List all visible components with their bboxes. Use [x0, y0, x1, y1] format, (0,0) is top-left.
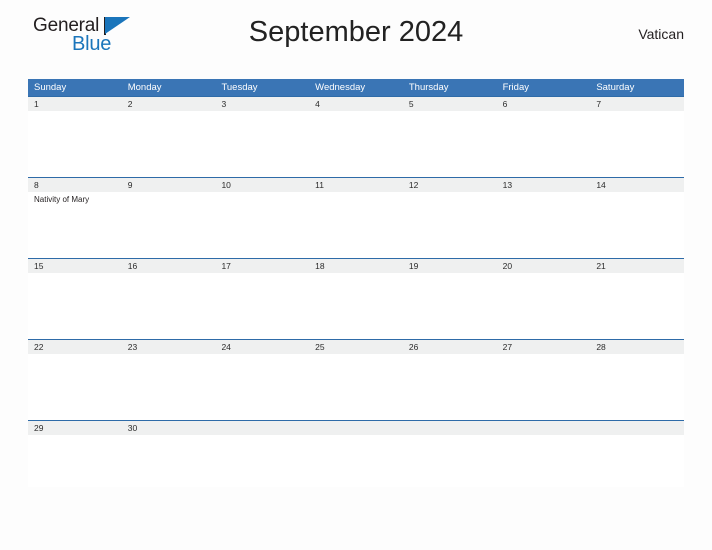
weekday-header-wednesday: Wednesday [315, 82, 366, 93]
day-cell[interactable] [497, 435, 591, 487]
day-cell[interactable] [497, 273, 591, 339]
day-cell[interactable] [28, 435, 122, 487]
date-number[interactable]: 7 [590, 97, 684, 111]
date-number[interactable]: 16 [122, 259, 216, 273]
day-cell[interactable] [590, 435, 684, 487]
day-cell[interactable] [403, 354, 497, 420]
date-number[interactable]: 8 [28, 178, 122, 192]
day-cell[interactable] [403, 111, 497, 177]
date-number[interactable]: 25 [309, 340, 403, 354]
day-event-band [28, 273, 684, 339]
date-number[interactable]: 30 [122, 421, 216, 435]
day-cell[interactable]: Nativity of Mary [28, 192, 122, 258]
date-number[interactable]: 22 [28, 340, 122, 354]
date-number[interactable]: 23 [122, 340, 216, 354]
date-number[interactable] [309, 421, 403, 435]
day-cell[interactable] [215, 435, 309, 487]
date-number[interactable] [403, 421, 497, 435]
day-cell[interactable] [122, 111, 216, 177]
day-event-band [28, 435, 684, 487]
date-number[interactable] [497, 421, 591, 435]
weekday-header-friday: Friday [502, 82, 529, 93]
day-cell[interactable] [590, 192, 684, 258]
day-cell[interactable] [28, 273, 122, 339]
date-number-band: 1 2 3 4 5 6 7 [28, 97, 684, 111]
day-cell[interactable] [497, 354, 591, 420]
calendar-page: General Blue September 2024 Vatican Sund… [0, 0, 712, 550]
date-number[interactable]: 4 [309, 97, 403, 111]
calendar-week-row: 1 2 3 4 5 6 7 [28, 96, 684, 177]
day-cell[interactable] [215, 192, 309, 258]
day-cell[interactable] [497, 192, 591, 258]
date-number[interactable]: 15 [28, 259, 122, 273]
date-number[interactable]: 1 [28, 97, 122, 111]
weekday-header-monday: Monday [127, 82, 162, 93]
page-title: September 2024 [248, 16, 464, 48]
day-cell[interactable] [28, 111, 122, 177]
date-number[interactable]: 21 [590, 259, 684, 273]
day-cell[interactable] [309, 111, 403, 177]
date-number[interactable]: 27 [497, 340, 591, 354]
date-number[interactable]: 11 [309, 178, 403, 192]
date-number[interactable]: 24 [215, 340, 309, 354]
date-number[interactable]: 28 [590, 340, 684, 354]
date-number[interactable]: 2 [122, 97, 216, 111]
calendar-grid: Sunday Monday Tuesday Wednesday Thursday… [28, 79, 684, 487]
day-event-band [28, 111, 684, 177]
date-number[interactable]: 20 [497, 259, 591, 273]
date-number[interactable]: 13 [497, 178, 591, 192]
day-cell[interactable] [215, 273, 309, 339]
day-cell[interactable] [309, 435, 403, 487]
day-cell[interactable] [309, 354, 403, 420]
date-number[interactable]: 6 [497, 97, 591, 111]
date-number[interactable]: 14 [590, 178, 684, 192]
date-number[interactable]: 5 [403, 97, 497, 111]
date-number[interactable] [590, 421, 684, 435]
page-header: General Blue September 2024 Vatican [28, 0, 684, 74]
date-number[interactable]: 19 [403, 259, 497, 273]
day-cell[interactable] [403, 435, 497, 487]
calendar-week-row: 8 9 10 11 12 13 14 Nativity of Mary [28, 177, 684, 258]
weekday-header-thursday: Thursday [408, 82, 449, 93]
calendar-week-row: 15 16 17 18 19 20 21 [28, 258, 684, 339]
date-number[interactable]: 10 [215, 178, 309, 192]
weekday-header-tuesday: Tuesday [221, 82, 258, 93]
day-cell[interactable] [215, 354, 309, 420]
day-cell[interactable] [590, 273, 684, 339]
date-number[interactable] [215, 421, 309, 435]
day-cell[interactable] [122, 435, 216, 487]
day-event-band [28, 354, 684, 420]
date-number-band: 8 9 10 11 12 13 14 [28, 178, 684, 192]
day-cell[interactable] [403, 273, 497, 339]
day-cell[interactable] [28, 354, 122, 420]
weekday-header-saturday: Saturday [596, 82, 635, 93]
date-number[interactable]: 3 [215, 97, 309, 111]
day-cell[interactable] [122, 192, 216, 258]
day-cell[interactable] [590, 111, 684, 177]
day-cell[interactable] [215, 111, 309, 177]
date-number-band: 29 30 [28, 421, 684, 435]
day-cell[interactable] [590, 354, 684, 420]
region-label: Vatican [638, 26, 684, 42]
date-number-band: 15 16 17 18 19 20 21 [28, 259, 684, 273]
weekday-header-row: Sunday Monday Tuesday Wednesday Thursday… [28, 79, 684, 96]
day-cell[interactable] [497, 111, 591, 177]
date-number[interactable]: 12 [403, 178, 497, 192]
date-number[interactable]: 26 [403, 340, 497, 354]
weekday-header-sunday: Sunday [34, 82, 67, 93]
day-cell[interactable] [403, 192, 497, 258]
date-number[interactable]: 18 [309, 259, 403, 273]
day-cell[interactable] [309, 273, 403, 339]
day-event-band: Nativity of Mary [28, 192, 684, 258]
day-cell[interactable] [122, 354, 216, 420]
date-number[interactable]: 17 [215, 259, 309, 273]
day-cell[interactable] [309, 192, 403, 258]
date-number-band: 22 23 24 25 26 27 28 [28, 340, 684, 354]
day-cell[interactable] [122, 273, 216, 339]
date-number[interactable]: 9 [122, 178, 216, 192]
date-number[interactable]: 29 [28, 421, 122, 435]
calendar-week-row: 29 30 [28, 420, 684, 487]
event-label: Nativity of Mary [34, 195, 90, 204]
calendar-week-row: 22 23 24 25 26 27 28 [28, 339, 684, 420]
